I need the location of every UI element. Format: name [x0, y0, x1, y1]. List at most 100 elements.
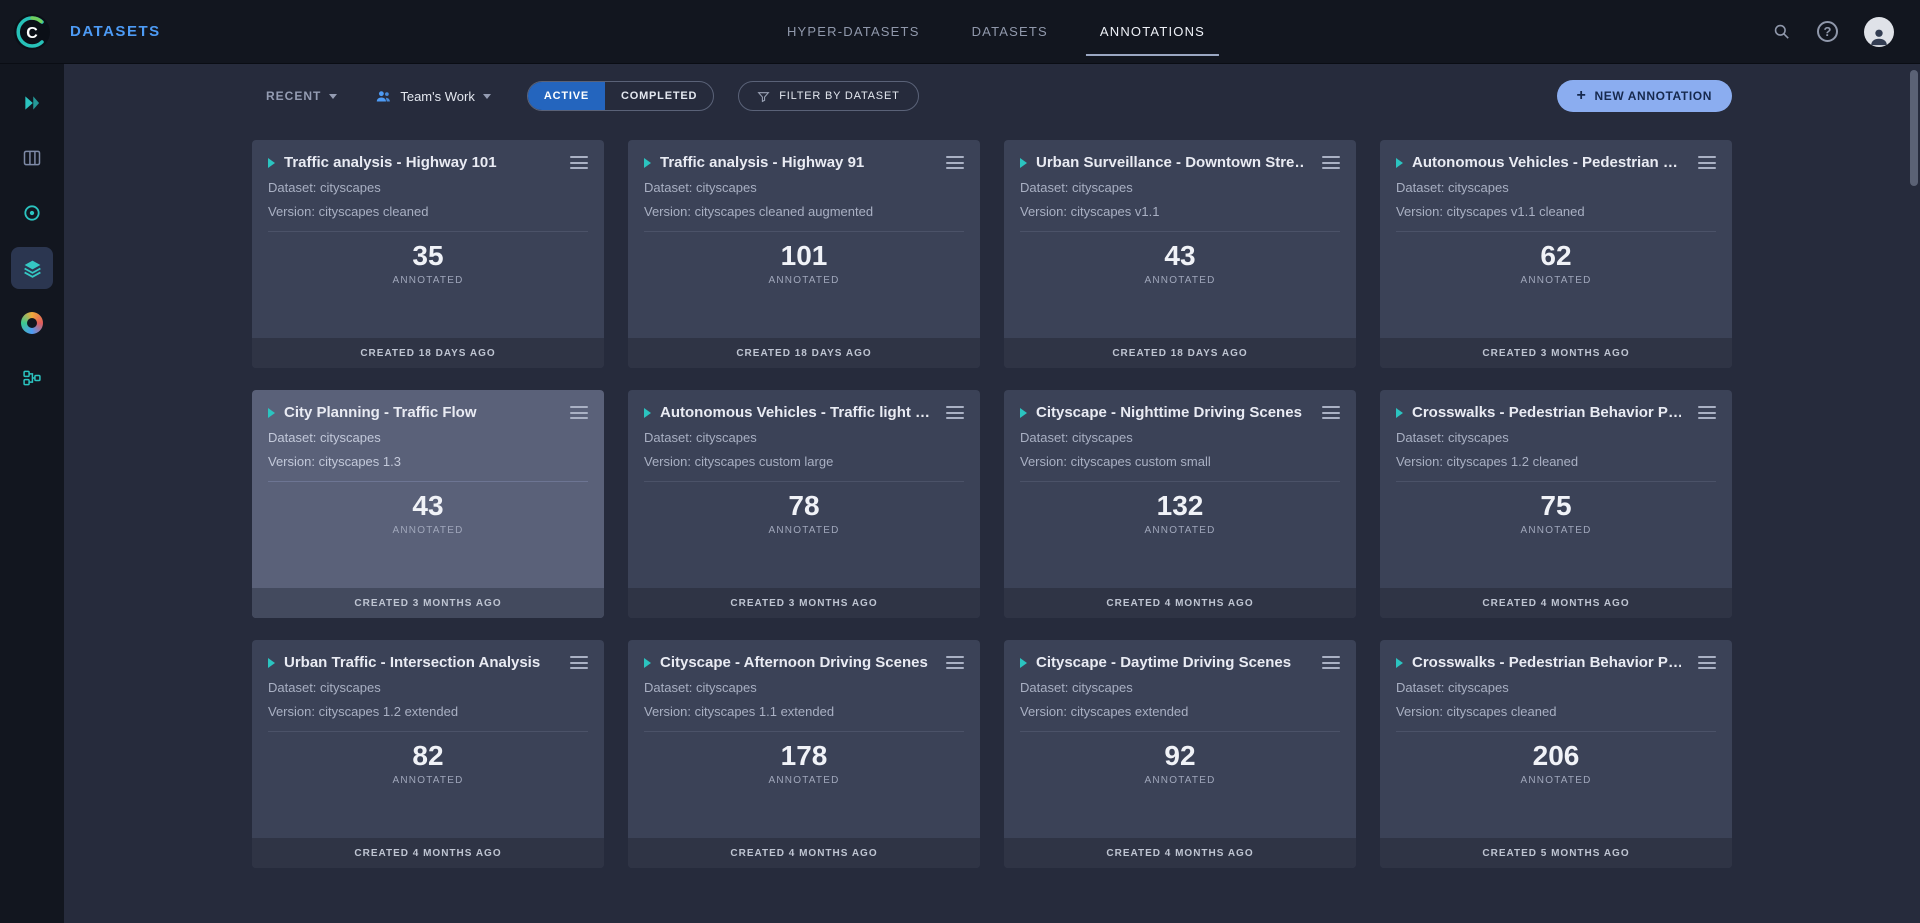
chevron-down-icon [329, 94, 337, 99]
search-icon[interactable] [1772, 22, 1791, 41]
annotation-card[interactable]: Traffic analysis - Highway 91 Dataset: c… [628, 140, 980, 368]
card-menu-icon[interactable] [1322, 656, 1340, 669]
new-annotation-label: NEW ANNOTATION [1595, 89, 1713, 103]
expand-caret-icon[interactable] [1396, 658, 1403, 668]
card-menu-icon[interactable] [1322, 156, 1340, 169]
expand-caret-icon[interactable] [1020, 408, 1027, 418]
tab-annotations[interactable]: ANNOTATIONS [1100, 0, 1205, 63]
card-dataset: Dataset: cityscapes [1396, 180, 1716, 195]
card-menu-icon[interactable] [1698, 156, 1716, 169]
expand-caret-icon[interactable] [644, 658, 651, 668]
team-scope-dropdown[interactable]: Team's Work [375, 88, 490, 105]
card-menu-icon[interactable] [1698, 406, 1716, 419]
status-tab-completed[interactable]: COMPLETED [605, 82, 713, 110]
expand-caret-icon[interactable] [1020, 158, 1027, 168]
pipelines-icon [22, 368, 42, 388]
divider [1020, 231, 1340, 232]
annotation-card[interactable]: Cityscape - Nighttime Driving Scenes Dat… [1004, 390, 1356, 618]
card-menu-icon[interactable] [1698, 656, 1716, 669]
expand-caret-icon[interactable] [268, 658, 275, 668]
person-icon [1868, 25, 1890, 47]
card-menu-icon[interactable] [570, 656, 588, 669]
annotated-label: ANNOTATED [628, 525, 980, 536]
card-menu-icon[interactable] [570, 406, 588, 419]
annotated-count: 82 [252, 740, 604, 772]
annotation-card[interactable]: Cityscape - Daytime Driving Scenes Datas… [1004, 640, 1356, 868]
expand-caret-icon[interactable] [1020, 658, 1027, 668]
top-tabs: HYPER-DATASETS DATASETS ANNOTATIONS [787, 0, 1205, 63]
card-dataset: Dataset: cityscapes [644, 430, 964, 445]
annotated-count: 132 [1004, 490, 1356, 522]
sidebar-item-pipelines[interactable] [11, 357, 53, 399]
card-menu-icon[interactable] [946, 656, 964, 669]
sort-dropdown[interactable]: RECENT [266, 89, 337, 103]
card-version: Version: cityscapes custom small [1020, 454, 1340, 469]
annotation-card[interactable]: Urban Surveillance - Downtown Stre… Data… [1004, 140, 1356, 368]
user-avatar[interactable] [1864, 17, 1894, 47]
expand-caret-icon[interactable] [268, 408, 275, 418]
card-title: Cityscape - Daytime Driving Scenes [1036, 654, 1305, 671]
card-title: Cityscape - Afternoon Driving Scenes [660, 654, 929, 671]
card-title: City Planning - Traffic Flow [284, 404, 553, 421]
annotated-label: ANNOTATED [252, 525, 604, 536]
card-dataset: Dataset: cityscapes [1396, 430, 1716, 445]
card-menu-icon[interactable] [946, 406, 964, 419]
card-created: CREATED 3 MONTHS AGO [628, 588, 980, 618]
annotated-label: ANNOTATED [1004, 525, 1356, 536]
card-version: Version: cityscapes 1.3 [268, 454, 588, 469]
sidebar-item-datasets[interactable] [11, 247, 53, 289]
annotated-count: 78 [628, 490, 980, 522]
left-sidebar [0, 64, 64, 923]
annotation-card-highlighted[interactable]: City Planning - Traffic Flow Dataset: ci… [252, 390, 604, 618]
help-icon[interactable]: ? [1817, 21, 1838, 42]
card-menu-icon[interactable] [1322, 406, 1340, 419]
card-menu-icon[interactable] [570, 156, 588, 169]
filter-by-dataset-label: FILTER BY DATASET [779, 90, 899, 102]
annotation-card[interactable]: Autonomous Vehicles - Traffic light … Da… [628, 390, 980, 618]
sidebar-item-experiments[interactable] [11, 137, 53, 179]
expand-caret-icon[interactable] [1396, 158, 1403, 168]
annotated-label: ANNOTATED [252, 775, 604, 786]
card-menu-icon[interactable] [946, 156, 964, 169]
color-wheel-icon [21, 312, 43, 334]
annotation-card[interactable]: Autonomous Vehicles - Pedestrian … Datas… [1380, 140, 1732, 368]
sidebar-item-models[interactable] [11, 192, 53, 234]
expand-caret-icon[interactable] [644, 408, 651, 418]
expand-caret-icon[interactable] [268, 158, 275, 168]
card-created: CREATED 3 MONTHS AGO [1380, 338, 1732, 368]
card-created: CREATED 18 DAYS AGO [628, 338, 980, 368]
app-logo[interactable]: C [0, 12, 64, 52]
annotated-label: ANNOTATED [1380, 775, 1732, 786]
annotated-count: 62 [1380, 240, 1732, 272]
annotation-card[interactable]: Cityscape - Afternoon Driving Scenes Dat… [628, 640, 980, 868]
card-title: Autonomous Vehicles - Traffic light … [660, 404, 929, 421]
tab-datasets[interactable]: DATASETS [972, 0, 1048, 63]
card-title: Cityscape - Nighttime Driving Scenes [1036, 404, 1305, 421]
status-tab-active[interactable]: ACTIVE [528, 82, 605, 110]
annotated-count: 92 [1004, 740, 1356, 772]
sidebar-item-reports[interactable] [11, 302, 53, 344]
divider [644, 231, 964, 232]
card-title: Crosswalks - Pedestrian Behavior P… [1412, 404, 1681, 421]
annotated-label: ANNOTATED [1004, 775, 1356, 786]
annotated-label: ANNOTATED [252, 275, 604, 286]
annotated-count: 178 [628, 740, 980, 772]
tab-hyper-datasets[interactable]: HYPER-DATASETS [787, 0, 920, 63]
annotation-card[interactable]: Crosswalks - Pedestrian Behavior P… Data… [1380, 640, 1732, 868]
card-dataset: Dataset: cityscapes [268, 430, 588, 445]
sidebar-item-getting-started[interactable] [11, 82, 53, 124]
annotated-count: 101 [628, 240, 980, 272]
annotation-card[interactable]: Urban Traffic - Intersection Analysis Da… [252, 640, 604, 868]
filter-by-dataset-button[interactable]: FILTER BY DATASET [738, 81, 918, 111]
annotated-count: 206 [1380, 740, 1732, 772]
expand-caret-icon[interactable] [1396, 408, 1403, 418]
new-annotation-button[interactable]: + NEW ANNOTATION [1557, 80, 1732, 112]
card-version: Version: cityscapes cleaned [268, 204, 588, 219]
expand-caret-icon[interactable] [644, 158, 651, 168]
scrollbar-thumb[interactable] [1910, 70, 1918, 186]
card-created: CREATED 4 MONTHS AGO [628, 838, 980, 868]
annotation-card[interactable]: Traffic analysis - Highway 101 Dataset: … [252, 140, 604, 368]
card-dataset: Dataset: cityscapes [644, 180, 964, 195]
main-area: RECENT Team's Work ACTIVE COMPLETED [64, 64, 1920, 923]
annotation-card[interactable]: Crosswalks - Pedestrian Behavior P… Data… [1380, 390, 1732, 618]
